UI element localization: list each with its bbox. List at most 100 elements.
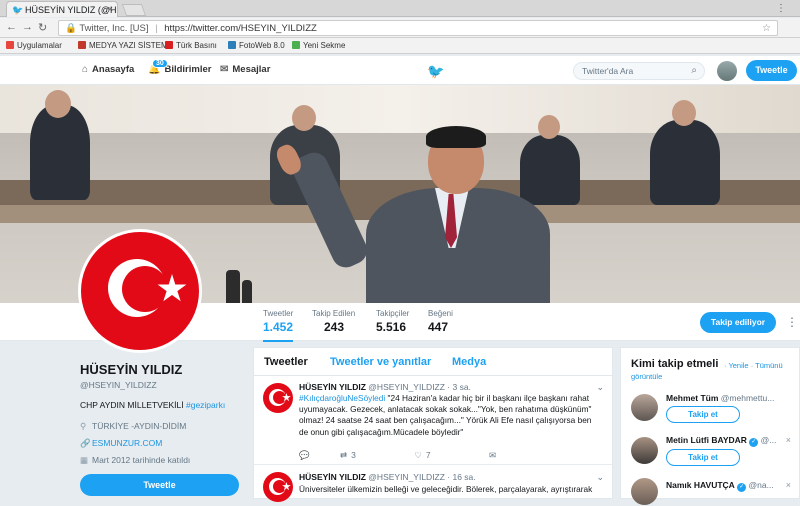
- stat-likes[interactable]: Beğeni 447: [428, 309, 453, 334]
- twitter-bird-icon[interactable]: 🐦: [427, 63, 444, 80]
- bookmark-turk-basini[interactable]: Türk Basını: [165, 41, 217, 50]
- banner-person: [650, 120, 720, 205]
- profile-name[interactable]: HÜSEYİN YILDIZ: [80, 362, 182, 377]
- forward-icon[interactable]: →: [22, 21, 33, 33]
- tweet-avatar[interactable]: [263, 383, 293, 413]
- site-identity: Twitter, Inc. [US]: [79, 23, 149, 34]
- lock-icon: 🔒: [65, 23, 77, 34]
- nav-home[interactable]: ⌂ Anasayfa: [82, 64, 134, 75]
- link-icon: 🔗: [80, 438, 91, 448]
- tweet-meta: @HSEYIN_YILDIZZ · 3 sa.: [368, 382, 471, 392]
- tab-tweets-replies[interactable]: Tweetler ve yanıtlar: [330, 356, 431, 368]
- url-separator: |: [155, 23, 158, 34]
- url-input[interactable]: 🔒 Twitter, Inc. [US] | https://twitter.c…: [58, 20, 778, 36]
- compose-tweet-button[interactable]: Tweetle: [746, 60, 797, 81]
- dismiss-icon[interactable]: ×: [786, 435, 791, 445]
- location-pin-icon: ⚲: [80, 421, 87, 431]
- search-icon[interactable]: ⌕: [691, 65, 697, 76]
- follow-suggestion-button[interactable]: Takip et: [666, 449, 740, 466]
- bookmark-fotoweb[interactable]: FotoWeb 8.0: [228, 41, 285, 50]
- new-tab-button[interactable]: [121, 4, 147, 16]
- banner-person-head: [45, 90, 71, 118]
- reload-icon[interactable]: ↻: [38, 21, 47, 34]
- bookmark-yeni-sekme[interactable]: Yeni Sekme: [292, 41, 345, 50]
- tab-media[interactable]: Medya: [452, 356, 486, 368]
- heart-icon: ♡: [414, 450, 422, 460]
- banner-speaker: [273, 126, 550, 303]
- bookmark-favicon-icon: [228, 41, 236, 49]
- browser-menu-icon[interactable]: ⋮: [776, 3, 786, 14]
- bookmark-favicon-icon: [165, 41, 173, 49]
- tweet-item[interactable]: HÜSEYİN YILDIZ @HSEYIN_YILDIZZ · 3 sa. ⌄…: [254, 377, 612, 465]
- banner-microphone: [226, 270, 240, 303]
- who-to-follow: Kimi takip etmeli · Yenile · Tümünü görü…: [620, 347, 800, 505]
- nav-messages[interactable]: ✉ Mesajlar: [220, 64, 270, 75]
- stat-following[interactable]: Takip Edilen 243: [312, 309, 355, 334]
- tweet-avatar[interactable]: [263, 472, 293, 502]
- retweet-icon: ⇄: [339, 450, 348, 460]
- tweet-menu-icon[interactable]: ⌄: [596, 472, 604, 483]
- reply-icon[interactable]: 💬: [299, 450, 310, 461]
- tab-tweets[interactable]: Tweetler: [264, 356, 308, 368]
- retweet-action[interactable]: ⇄ 3: [340, 450, 384, 461]
- banner-person: [30, 105, 90, 200]
- profile-website[interactable]: 🔗ESMUNZUR.COM: [80, 438, 162, 449]
- tweet-to-button[interactable]: Tweetle: [80, 474, 239, 496]
- bio-hashtag-link[interactable]: #geziparkı: [186, 400, 225, 410]
- suggestion-avatar[interactable]: [631, 394, 658, 421]
- speaker-hair: [426, 126, 486, 148]
- dismiss-icon[interactable]: ×: [786, 480, 791, 490]
- search-input[interactable]: Twitter'da Ara ⌕: [573, 62, 705, 80]
- profile-handle: @HSEYIN_YILDIZZ: [80, 380, 157, 390]
- profile-location: ⚲ TÜRKİYE -AYDIN-DİDİM: [80, 421, 187, 431]
- tweet-hashtag-link[interactable]: #KılıçdaroğluNeSöyledi: [299, 393, 385, 403]
- suggestion-avatar[interactable]: [631, 437, 658, 464]
- apps-grid-icon: [6, 41, 14, 49]
- tweet-actions: 💬 ⇄ 3 ♡ 7 ✉: [299, 450, 524, 461]
- who-to-follow-title: Kimi takip etmeli: [631, 358, 719, 370]
- bookmark-favicon-icon: [292, 41, 300, 49]
- tweet-author[interactable]: HÜSEYİN YILDIZ: [299, 472, 366, 482]
- suggestion-name[interactable]: Mehmet Tüm @mehmettu...: [666, 393, 774, 403]
- bookmark-medya[interactable]: MEDYA YAZI SİSTEMİ: [78, 41, 170, 50]
- timeline: Tweetler Tweetler ve yanıtlar Medya HÜSE…: [253, 347, 613, 502]
- view-all-link[interactable]: görüntüle: [631, 372, 662, 381]
- banner-desk: [0, 205, 330, 223]
- stat-followers[interactable]: Takipçiler 5.516: [376, 309, 409, 334]
- refresh-link[interactable]: · Yenile · Tümünü: [724, 361, 783, 370]
- profile-bio: CHP AYDIN MİLLETVEKİLİ #geziparkı: [80, 400, 226, 410]
- suggestion-name[interactable]: Metin Lütfi BAYDAR ✓ @...: [666, 435, 776, 447]
- banner-person-head: [292, 105, 316, 131]
- tweet-author[interactable]: HÜSEYİN YILDIZ: [299, 382, 366, 392]
- back-icon[interactable]: ←: [6, 21, 17, 33]
- verified-badge-icon: ✓: [737, 483, 747, 492]
- following-button[interactable]: Takip ediliyor: [700, 312, 776, 333]
- bookmark-favicon-icon: [78, 41, 86, 49]
- bookmarks-bar: Uygulamalar MEDYA YAZI SİSTEMİ Türk Bası…: [0, 38, 800, 54]
- twitter-favicon-icon: 🐦: [12, 5, 24, 15]
- like-action[interactable]: ♡ 7: [414, 450, 458, 461]
- url-text: https://twitter.com/HSEYIN_YILDIZZ: [164, 23, 317, 34]
- banner-microphone: [242, 280, 252, 303]
- home-icon: ⌂: [82, 64, 89, 75]
- tweet-header: HÜSEYİN YILDIZ @HSEYIN_YILDIZZ · 3 sa.: [299, 382, 471, 392]
- bookmark-star-icon[interactable]: ☆: [762, 23, 771, 34]
- banner-person-head: [672, 100, 696, 126]
- turkish-flag-icon: [81, 232, 199, 350]
- bookmark-apps[interactable]: Uygulamalar: [6, 41, 62, 50]
- tweet-text: #KılıçdaroğluNeSöyledi "24 Haziran'a kad…: [299, 393, 592, 437]
- timeline-tabs: Tweetler Tweetler ve yanıtlar Medya: [254, 348, 612, 376]
- follow-suggestion-button[interactable]: Takip et: [666, 406, 740, 423]
- profile-avatar[interactable]: [78, 229, 202, 353]
- address-bar-row: ← → ↻ 🔒 Twitter, Inc. [US] | https://twi…: [0, 18, 800, 38]
- tweet-menu-icon[interactable]: ⌄: [596, 382, 604, 393]
- stat-tweets[interactable]: Tweetler 1.452: [263, 309, 294, 342]
- more-options-icon[interactable]: ⋮: [786, 315, 798, 329]
- dm-icon[interactable]: ✉: [489, 450, 496, 461]
- account-avatar[interactable]: [717, 61, 737, 81]
- browser-tab[interactable]: 🐦 HÜSEYİN YILDIZ (@HSEYİN ×: [6, 1, 118, 17]
- tweet-item[interactable]: HÜSEYİN YILDIZ @HSEYIN_YILDIZZ · 16 sa. …: [254, 466, 612, 506]
- suggestion-name[interactable]: Namık HAVUTÇA ✓ @na...: [666, 480, 774, 492]
- tab-close-icon[interactable]: ×: [108, 4, 113, 14]
- suggestion-avatar[interactable]: [631, 478, 658, 505]
